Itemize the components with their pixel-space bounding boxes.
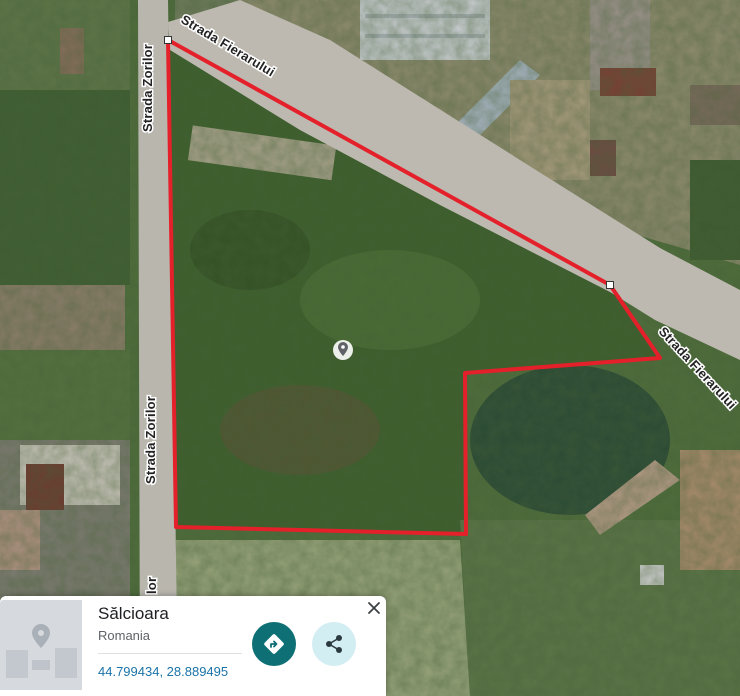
place-card[interactable]: Sălcioara Romania 44.799434, 28.889495 <box>0 596 386 696</box>
road-label: Strada Zorilor <box>143 396 158 484</box>
road-label: lor <box>144 577 159 594</box>
place-name: Sălcioara <box>98 604 169 623</box>
place-region: Romania <box>98 628 151 643</box>
place-coordinates[interactable]: 44.799434, 28.889495 <box>98 664 228 679</box>
road-label: Strada Zorilor <box>140 44 155 132</box>
close-icon <box>368 602 380 614</box>
street-view-thumbnail-icon <box>0 600 82 690</box>
close-button[interactable] <box>364 598 384 618</box>
place-thumbnail[interactable] <box>0 600 82 690</box>
location-pin-icon[interactable] <box>333 340 353 360</box>
share-icon <box>326 635 342 653</box>
card-divider <box>98 653 242 654</box>
share-button[interactable] <box>312 622 356 666</box>
boundary-vertex-handle[interactable] <box>164 36 172 44</box>
satellite-map[interactable]: Strada Zorilor Strada Fierarului Strada … <box>0 0 740 696</box>
directions-icon <box>264 634 284 654</box>
boundary-vertex-handle[interactable] <box>606 281 614 289</box>
directions-button[interactable] <box>252 622 296 666</box>
